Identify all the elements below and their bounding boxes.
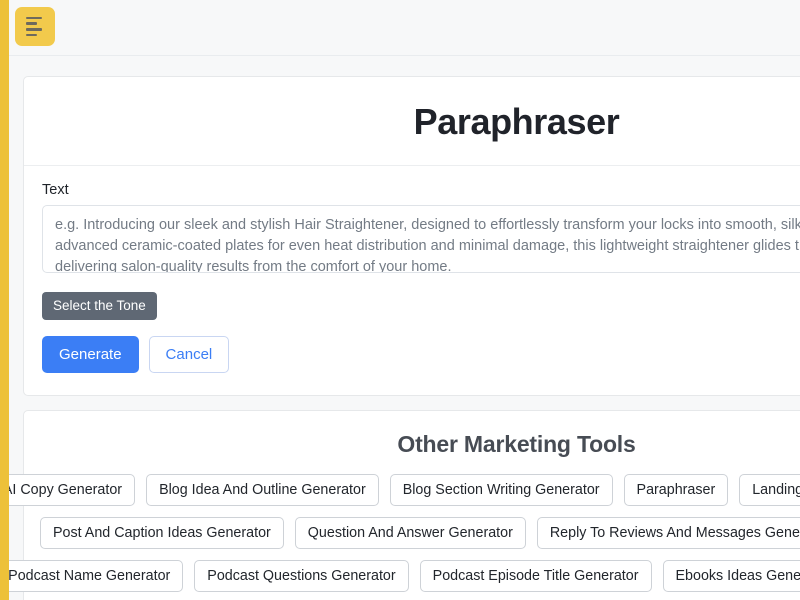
tool-pill[interactable]: Podcast Name Generator bbox=[9, 560, 184, 592]
align-left-icon-bar bbox=[26, 22, 37, 25]
other-tools-row: Post And Caption Ideas Generator Question… bbox=[24, 517, 800, 549]
tool-pill[interactable]: Paraphraser bbox=[623, 474, 729, 506]
tool-pill[interactable]: Podcast Questions Generator bbox=[194, 560, 409, 592]
other-tools-card: Other Marketing Tools AI Copy Generator B… bbox=[9, 410, 800, 600]
tool-pill[interactable]: Podcast Episode Title Generator bbox=[419, 560, 652, 592]
tool-pill[interactable]: Ebooks Ideas Generator bbox=[662, 560, 800, 592]
tool-pill[interactable]: Post And Caption Ideas Generator bbox=[40, 517, 284, 549]
paraphraser-form: Text Select the Tone Generate Cancel bbox=[24, 165, 800, 395]
page-title: Paraphraser bbox=[413, 101, 620, 142]
page-scroll-area[interactable]: Paraphraser Text Select the Tone Generat… bbox=[9, 56, 800, 600]
text-field-label: Text bbox=[42, 182, 69, 198]
sidebar-toggle-button[interactable] bbox=[15, 7, 55, 46]
tool-pill[interactable]: AI Copy Generator bbox=[9, 474, 136, 506]
other-tools-title: Other Marketing Tools bbox=[397, 431, 636, 457]
align-left-icon-bar bbox=[26, 28, 42, 31]
align-left-icon-bar bbox=[26, 16, 42, 20]
text-input[interactable] bbox=[42, 205, 800, 273]
align-left-icon-bar bbox=[26, 33, 37, 37]
generate-button[interactable]: Generate bbox=[42, 336, 139, 373]
form-actions: Generate Cancel bbox=[42, 336, 800, 373]
tool-pill[interactable]: Blog Section Writing Generator bbox=[389, 474, 613, 506]
tool-pill[interactable]: Reply To Reviews And Messages Generator bbox=[536, 517, 800, 549]
left-accent-rail bbox=[0, 0, 9, 600]
tool-pill[interactable]: Blog Idea And Outline Generator bbox=[146, 474, 379, 506]
other-tools-row: AI Copy Generator Blog Idea And Outline G… bbox=[9, 474, 800, 506]
cancel-button[interactable]: Cancel bbox=[148, 336, 230, 373]
other-tools-list: AI Copy Generator Blog Idea And Outline G… bbox=[9, 474, 800, 600]
tool-pill[interactable]: Question And Answer Generator bbox=[294, 517, 526, 549]
top-bar bbox=[9, 0, 800, 56]
other-tools-row: Podcast Name Generator Podcast Questions … bbox=[9, 560, 800, 592]
tool-pill[interactable]: Landing Page And Website Copy Generator bbox=[739, 474, 800, 506]
select-tone-button[interactable]: Select the Tone bbox=[42, 292, 157, 320]
align-left-icon bbox=[26, 16, 44, 37]
generator-card: Paraphraser Text Select the Tone Generat… bbox=[23, 76, 800, 396]
